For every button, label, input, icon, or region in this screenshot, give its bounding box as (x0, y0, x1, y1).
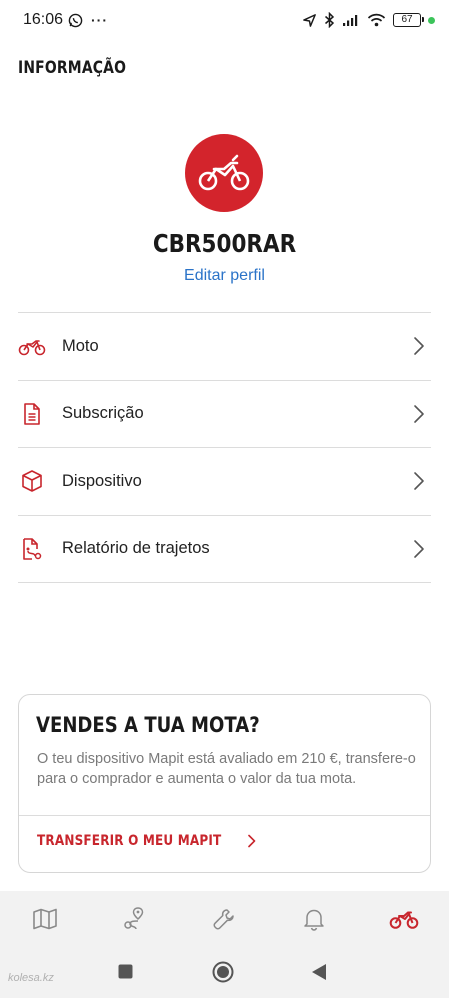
nav-map[interactable] (15, 899, 75, 939)
status-left-icons: ··· (68, 12, 108, 28)
promo-divider (19, 815, 430, 816)
info-menu: Moto Subscrição Dispositivo Relatório de… (18, 312, 431, 583)
menu-item-relatorio-trajetos[interactable]: Relatório de trajetos (18, 516, 431, 583)
wrench-icon (213, 908, 235, 929)
more-notifications-icon: ··· (91, 12, 108, 28)
menu-item-label: Relatório de trajetos (62, 539, 210, 558)
menu-item-moto[interactable]: Moto (18, 313, 431, 381)
bottom-navigation (0, 891, 449, 946)
nav-routes[interactable] (105, 899, 165, 939)
promo-text: O teu dispositivo Mapit está avaliado em… (37, 751, 416, 787)
transfer-mapit-label: TRANSFERIR O MEU MAPIT (37, 833, 222, 849)
document-icon (18, 400, 46, 428)
sell-bike-card: VENDES A TUA MOTA? O teu dispositivo Map… (18, 694, 431, 873)
home-button[interactable] (212, 961, 234, 983)
back-button[interactable] (311, 963, 327, 981)
route-report-icon (18, 535, 46, 563)
watermark: kolesa.kz (8, 972, 54, 984)
map-icon (33, 908, 57, 929)
bell-icon (304, 909, 325, 931)
recents-button[interactable] (118, 964, 133, 979)
whatsapp-icon (68, 13, 83, 27)
motorcycle-icon (389, 911, 419, 929)
edit-profile-link[interactable]: Editar perfil (0, 267, 449, 285)
battery-indicator: 67 (393, 13, 424, 27)
chevron-right-icon (414, 472, 424, 491)
profile-name: CBR500RAR (152, 229, 297, 258)
system-navigation-bar (0, 946, 449, 998)
status-time: 16:06 (23, 11, 64, 28)
menu-item-dispositivo[interactable]: Dispositivo (18, 448, 431, 516)
box-icon (18, 467, 46, 495)
transfer-mapit-button[interactable]: TRANSFERIR O MEU MAPIT (37, 833, 257, 849)
menu-item-label: Subscrição (62, 404, 144, 423)
page-title: INFORMAÇÃO (18, 58, 127, 78)
privacy-dot (428, 16, 435, 24)
avatar (185, 134, 263, 212)
battery-level: 67 (401, 14, 413, 25)
status-bar: 16:06 ··· 67 (0, 0, 449, 40)
location-icon (303, 13, 316, 27)
chevron-right-icon (414, 337, 424, 356)
bluetooth-icon (325, 12, 335, 28)
motorcycle-icon (18, 332, 46, 360)
route-icon (123, 906, 143, 929)
chevron-right-icon (414, 404, 424, 423)
wifi-icon (367, 13, 386, 27)
chevron-right-icon (248, 834, 256, 848)
status-right-icons: 67 (302, 12, 435, 28)
signal-icon (343, 15, 358, 26)
nav-notifications[interactable] (284, 899, 344, 939)
nav-motorcycle[interactable] (374, 899, 434, 939)
menu-item-label: Dispositivo (62, 471, 142, 490)
motorcycle-icon (198, 154, 250, 191)
nav-maintenance[interactable] (194, 899, 254, 939)
chevron-right-icon (414, 539, 424, 558)
menu-item-label: Moto (62, 336, 99, 355)
menu-item-subscricao[interactable]: Subscrição (18, 381, 431, 448)
promo-title: VENDES A TUA MOTA? (36, 713, 260, 737)
